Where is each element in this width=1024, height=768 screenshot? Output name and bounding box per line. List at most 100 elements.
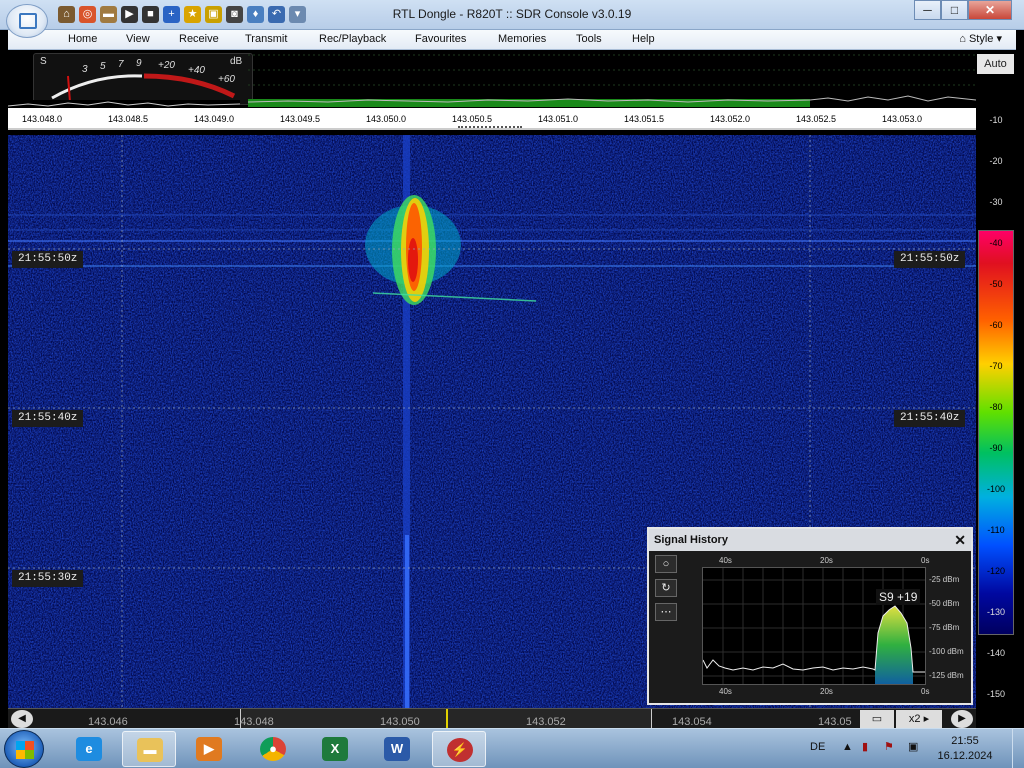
- chrome-icon: ●: [260, 737, 286, 761]
- history-level-label: -75 dBm: [929, 623, 960, 632]
- freq-tick: 143.052.5: [796, 114, 837, 124]
- windows-taskbar: e ▬ ▶ ● X W ⚡ DE ▲ ▮ ⚑ ▣ 21:55 16.12.202…: [0, 728, 1024, 768]
- s-scale-9: 9: [136, 58, 142, 69]
- record-toggle-button[interactable]: ○: [655, 555, 677, 573]
- show-desktop-button[interactable]: [1012, 729, 1024, 768]
- signal-history-plot: [702, 567, 926, 685]
- db-tick: -10: [989, 115, 1003, 125]
- db-unit-label: dB: [230, 56, 243, 67]
- overview-bar[interactable]: ◀ 143.046 143.048 143.050 143.052 143.05…: [8, 708, 976, 729]
- db-tick: -150: [986, 689, 1005, 699]
- display-options-button[interactable]: ▭: [860, 710, 894, 728]
- menu-transmit[interactable]: Transmit: [245, 33, 287, 45]
- sdr-console-window: ⌂ ◎ ▬ ▶ ■ + ★ ▣ ◙ ♦ ↶ ▾ RTL Dongle - R82…: [0, 0, 1024, 768]
- menu-favourites[interactable]: Favourites: [415, 33, 466, 45]
- s-scale-plus20: +20: [158, 60, 175, 71]
- db-tick: -90: [989, 443, 1003, 453]
- freq-tick: 143.052.0: [710, 114, 751, 124]
- taskbar-sdr-console[interactable]: ⚡: [432, 731, 486, 767]
- network-icon[interactable]: ▣: [908, 740, 918, 753]
- freq-tick: 143.049.5: [280, 114, 321, 124]
- taskbar-excel[interactable]: X: [308, 731, 362, 767]
- freq-tick: 143.051.5: [624, 114, 665, 124]
- s-scale-plus40: +40: [188, 65, 205, 76]
- menu-help[interactable]: Help: [632, 33, 655, 45]
- tuning-indicator: [458, 126, 522, 128]
- menu-memories[interactable]: Memories: [498, 33, 546, 45]
- taskbar-chrome[interactable]: ●: [246, 731, 300, 767]
- overview-tick: 143.050: [380, 716, 420, 728]
- minimize-button[interactable]: ─: [914, 0, 941, 20]
- history-time-top: 40s: [719, 556, 732, 565]
- history-level-label: -50 dBm: [929, 599, 960, 608]
- style-menu-button[interactable]: ⌂ Style ▾: [959, 32, 1002, 45]
- db-tick: -40: [989, 238, 1003, 248]
- menu-view[interactable]: View: [126, 33, 150, 45]
- history-time-bottom: 40s: [719, 687, 732, 696]
- db-tick: -140: [986, 648, 1005, 658]
- windows-logo-icon: [16, 741, 34, 759]
- menu-receive[interactable]: Receive: [179, 33, 219, 45]
- tray-sdr-icon[interactable]: ▮: [862, 740, 868, 753]
- db-tick: -70: [989, 361, 1003, 371]
- signal-history-graph: [703, 568, 925, 684]
- waterfall-time-label: 21:55:40z: [12, 410, 84, 427]
- s-unit-label: S: [40, 56, 47, 67]
- taskbar-media-player[interactable]: ▶: [182, 731, 236, 767]
- s-scale-5: 5: [100, 61, 106, 72]
- window-title: RTL Dongle - R820T :: SDR Console v3.0.1…: [392, 7, 632, 21]
- maximize-button[interactable]: □: [941, 0, 968, 20]
- frequency-axis[interactable]: 143.048.0 143.048.5 143.049.0 143.049.5 …: [8, 108, 976, 130]
- overview-tick: 143.052: [526, 716, 566, 728]
- s-meter: S dB 3 5 7 9 +20 +40 +60: [33, 53, 253, 105]
- menu-home[interactable]: Home: [68, 33, 97, 45]
- signal-history-panel: Signal History ✕ ○ ↻ ⋯ 40s 20s 0s -25 dB…: [647, 527, 973, 705]
- taskbar-word[interactable]: W: [370, 731, 424, 767]
- taskbar-internet-explorer[interactable]: e: [62, 731, 116, 767]
- display-icon: ▭: [871, 713, 883, 725]
- tray-expand-icon[interactable]: ▲: [842, 741, 853, 753]
- zoom-button[interactable]: x2 ▸: [896, 710, 942, 728]
- freq-tick: 143.048.0: [22, 114, 63, 124]
- style-label: Style: [968, 33, 994, 45]
- sdr-console-icon: ⚡: [447, 738, 473, 762]
- db-tick: -130: [986, 607, 1005, 617]
- history-time-bottom: 20s: [820, 687, 833, 696]
- scroll-left-button[interactable]: ◀: [11, 710, 33, 728]
- freq-tick: 143.048.5: [108, 114, 149, 124]
- app-menu-button[interactable]: [6, 4, 48, 38]
- db-tick: -110: [987, 525, 1005, 535]
- signal-history-tools: ○ ↻ ⋯: [655, 555, 679, 627]
- clock-time: 21:55: [951, 735, 979, 747]
- more-options-button[interactable]: ⋯: [655, 603, 677, 621]
- scroll-right-button[interactable]: ▶: [951, 710, 973, 728]
- history-level-label: -25 dBm: [929, 575, 960, 584]
- auto-button[interactable]: Auto: [977, 54, 1014, 74]
- waterfall-time-label: 21:55:40z: [894, 410, 966, 427]
- reset-button[interactable]: ↻: [655, 579, 677, 597]
- word-icon: W: [384, 737, 410, 761]
- menu-tools[interactable]: Tools: [576, 33, 602, 45]
- db-tick: -50: [989, 279, 1003, 289]
- folder-icon: ▬: [137, 738, 163, 762]
- signal-history-close-button[interactable]: ✕: [954, 529, 966, 551]
- signal-strength-badge: S9 +19: [876, 589, 921, 605]
- waterfall-time-label: 21:55:50z: [894, 251, 966, 268]
- internet-explorer-icon: e: [76, 737, 102, 761]
- overview-tick: 143.054: [672, 716, 712, 728]
- menu-rec-playback[interactable]: Rec/Playback: [319, 33, 386, 45]
- close-button[interactable]: ✕: [968, 0, 1012, 20]
- freq-tick: 143.050.0: [366, 114, 407, 124]
- tray-warning-icon[interactable]: ⚑: [884, 740, 894, 753]
- start-button[interactable]: [4, 730, 44, 768]
- history-time-bottom: 0s: [921, 687, 930, 696]
- history-time-top: 0s: [921, 556, 930, 565]
- taskbar-explorer[interactable]: ▬: [122, 731, 176, 767]
- freq-tick: 143.049.0: [194, 114, 235, 124]
- input-language[interactable]: DE: [810, 741, 825, 753]
- db-tick: -100: [986, 484, 1005, 494]
- history-time-top: 20s: [820, 556, 833, 565]
- taskbar-clock[interactable]: 21:55 16.12.2024: [930, 734, 1000, 764]
- freq-tick: 143.053.0: [882, 114, 923, 124]
- style-icon: ⌂: [959, 33, 969, 45]
